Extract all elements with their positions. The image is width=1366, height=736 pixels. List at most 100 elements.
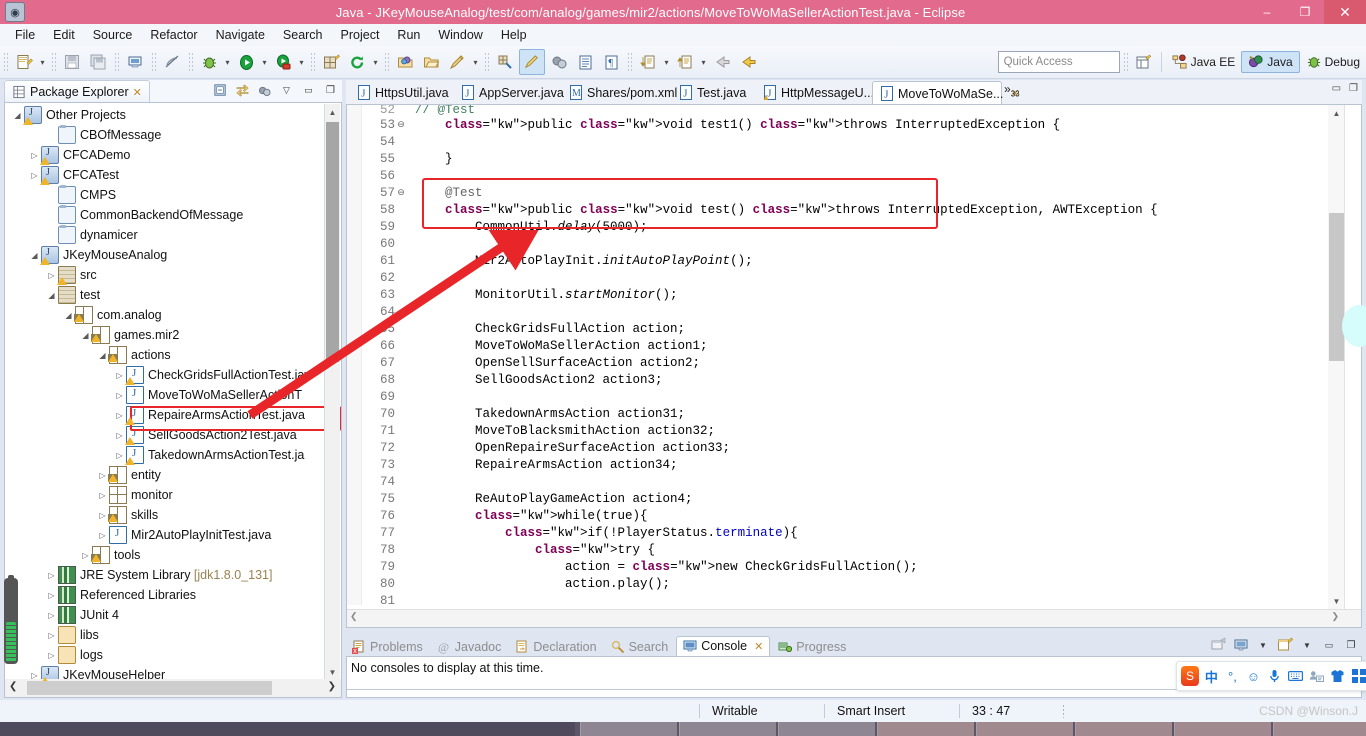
code-line[interactable]: 67 OpenSellSurfaceAction action2; xyxy=(361,355,1325,372)
toolbar-grip[interactable] xyxy=(1122,52,1128,72)
tree-item[interactable]: ◢ test xyxy=(5,285,323,305)
quick-fix-icon[interactable] xyxy=(445,50,469,74)
code-line[interactable]: 78 class="kw">try { xyxy=(361,542,1325,559)
fold-collapse-icon[interactable]: ⊖ xyxy=(395,185,407,202)
bottom-tab-problems[interactable]: x Problems xyxy=(346,638,429,656)
twisty-collapsed-icon[interactable]: ▷ xyxy=(45,631,58,640)
keyboard-icon[interactable] xyxy=(1287,666,1304,686)
editor-vertical-thumb[interactable] xyxy=(1329,213,1344,361)
code-line[interactable]: 57 ⊖ @Test xyxy=(361,185,1325,202)
pilcrow-icon[interactable]: ¶ xyxy=(599,50,623,74)
perspective-java[interactable]: Java xyxy=(1241,51,1300,73)
editor-tab-1[interactable]: J AppServer.java xyxy=(454,81,564,104)
code-editor[interactable]: 52// @Test 53 ⊖ class="kw">public class="k… xyxy=(346,104,1362,628)
code-line[interactable]: 72 OpenRepaireSurfaceAction action33; xyxy=(361,440,1325,457)
new-console-view-icon[interactable] xyxy=(1276,636,1294,654)
perspective-debug[interactable]: Debug xyxy=(1300,52,1366,72)
emoji-icon[interactable]: ☺ xyxy=(1245,666,1262,686)
code-line[interactable]: 69 xyxy=(361,389,1325,406)
toggle-annotations-icon[interactable] xyxy=(547,50,571,74)
previous-annotation-dropdown-icon[interactable]: ▾ xyxy=(698,50,709,74)
overview-ruler[interactable] xyxy=(1344,105,1361,609)
taskbar-item[interactable] xyxy=(1174,722,1271,736)
view-extra-icon[interactable] xyxy=(255,81,274,100)
code-line[interactable]: 79 action = class="kw">new CheckGridsFul… xyxy=(361,559,1325,576)
code-line[interactable]: 75 ReAutoPlayGameAction action4; xyxy=(361,491,1325,508)
toolbar-grip[interactable] xyxy=(3,52,8,72)
toggle-block-selection-icon[interactable] xyxy=(519,49,545,75)
debug-dropdown-icon[interactable]: ▾ xyxy=(222,50,233,74)
code-line[interactable]: 52 // @Test xyxy=(361,105,1325,117)
editor-maximize-icon[interactable]: ❐ xyxy=(1349,83,1358,94)
display-selected-console-icon[interactable] xyxy=(1232,636,1250,654)
twisty-collapsed-icon[interactable]: ▷ xyxy=(45,571,58,580)
apps-icon[interactable] xyxy=(1350,666,1366,686)
chevron-down-icon[interactable]: ▼ xyxy=(1254,636,1272,654)
editor-vertical-scrollbar[interactable]: ▲ ▼ xyxy=(1328,105,1345,609)
tree-item[interactable]: ▷ Referenced Libraries xyxy=(5,585,323,605)
view-menu-icon[interactable]: ▽ xyxy=(277,81,296,100)
bottom-tab-console[interactable]: Console ✕ xyxy=(676,636,771,656)
code-line[interactable]: 70 TakedownArmsAction action31; xyxy=(361,406,1325,423)
bottom-tab-search[interactable]: Search xyxy=(605,638,675,656)
close-icon[interactable]: ✕ xyxy=(754,640,763,653)
bottom-tab-declaration[interactable]: Declaration xyxy=(509,638,602,656)
taskbar-item[interactable] xyxy=(778,722,875,736)
code-line[interactable]: 68 SellGoodsAction2 action3; xyxy=(361,372,1325,389)
code-line[interactable]: 60 xyxy=(361,236,1325,253)
scroll-right-arrow-icon[interactable]: ❯ xyxy=(328,681,336,692)
tree-item[interactable]: ▷ src xyxy=(5,265,323,285)
minimize-button[interactable]: – xyxy=(1248,0,1286,24)
search-type-icon[interactable] xyxy=(493,50,517,74)
open-perspective-icon[interactable] xyxy=(1132,50,1156,74)
package-explorer-vertical-scrollbar[interactable]: ▲ ▼ xyxy=(324,104,340,680)
twisty-collapsed-icon[interactable]: ▷ xyxy=(45,591,58,600)
menu-file[interactable]: File xyxy=(6,26,44,44)
scroll-up-arrow-icon[interactable]: ▲ xyxy=(1328,105,1345,121)
code-line[interactable]: 74 xyxy=(361,474,1325,491)
tree-item[interactable]: ▷TakedownArmsActionTest.ja xyxy=(5,445,323,465)
toolbar-grip[interactable] xyxy=(484,52,489,72)
code-line[interactable]: 55 } xyxy=(361,151,1325,168)
open-resource-icon[interactable] xyxy=(419,50,443,74)
run-icon[interactable] xyxy=(234,50,258,74)
tree-item[interactable]: ◢Other Projects xyxy=(5,105,323,125)
tree-item[interactable]: ◢ com.analog xyxy=(5,305,323,325)
code-line[interactable]: 59 CommonUtil.delay(5000); xyxy=(361,219,1325,236)
minimize-icon[interactable]: ▭ xyxy=(299,81,318,100)
collapse-all-icon[interactable] xyxy=(211,81,230,100)
fold-collapse-icon[interactable]: ⊖ xyxy=(395,117,407,134)
new-wizard-dropdown-icon[interactable]: ▾ xyxy=(37,50,48,74)
tree-item[interactable]: ▷ logs xyxy=(5,645,323,665)
forward-history-icon[interactable] xyxy=(736,50,760,74)
menu-navigate[interactable]: Navigate xyxy=(207,26,274,44)
code-line[interactable]: 66 MoveToWoMaSellerAction action1; xyxy=(361,338,1325,355)
ime-punctuation-mode[interactable]: °, xyxy=(1224,666,1241,686)
show-whitespace-icon[interactable] xyxy=(573,50,597,74)
taskbar-item[interactable] xyxy=(1075,722,1172,736)
print-icon[interactable] xyxy=(123,50,147,74)
scroll-up-arrow-icon[interactable]: ▲ xyxy=(325,104,340,120)
save-all-icon[interactable] xyxy=(86,50,110,74)
sogou-ime-logo[interactable]: S xyxy=(1181,666,1199,686)
editor-tab-0[interactable]: J HttpsUtil.java xyxy=(350,81,454,104)
tree-item[interactable]: ▷ libs xyxy=(5,625,323,645)
code-line[interactable]: 62 xyxy=(361,270,1325,287)
perspective-java-ee[interactable]: Java EE xyxy=(1166,52,1242,72)
tree-item[interactable]: ▷ JUnit 4 xyxy=(5,605,323,625)
tree-item[interactable]: ▷CFCATest xyxy=(5,165,323,185)
code-line[interactable]: 58 class="kw">public class="kw">void tes… xyxy=(361,202,1325,219)
tree-item[interactable]: ▷CFCADemo xyxy=(5,145,323,165)
toolbar-grip[interactable] xyxy=(188,52,193,72)
quick-access-input[interactable]: Quick Access xyxy=(997,51,1120,73)
scroll-left-arrow-icon[interactable]: ❮ xyxy=(9,681,17,692)
tree-item[interactable]: ▷SellGoodsAction2Test.java xyxy=(5,425,323,445)
toolbar-grip[interactable] xyxy=(151,52,156,72)
scroll-down-arrow-icon[interactable]: ▼ xyxy=(1328,593,1345,609)
editor-tab-5[interactable]: J MoveToWoMaSe... ✕ xyxy=(872,81,1020,105)
code-line[interactable]: 54 xyxy=(361,134,1325,151)
chevron-down-icon[interactable]: ▼ xyxy=(1298,636,1316,654)
package-explorer-tree[interactable]: ◢Other ProjectsCBOfMessage▷CFCADemo▷CFCA… xyxy=(4,102,342,682)
editor-tab-overflow[interactable]: »33 xyxy=(1004,82,1020,98)
tree-item[interactable]: ▷ JRE System Library [jdk1.8.0_131] xyxy=(5,565,323,585)
